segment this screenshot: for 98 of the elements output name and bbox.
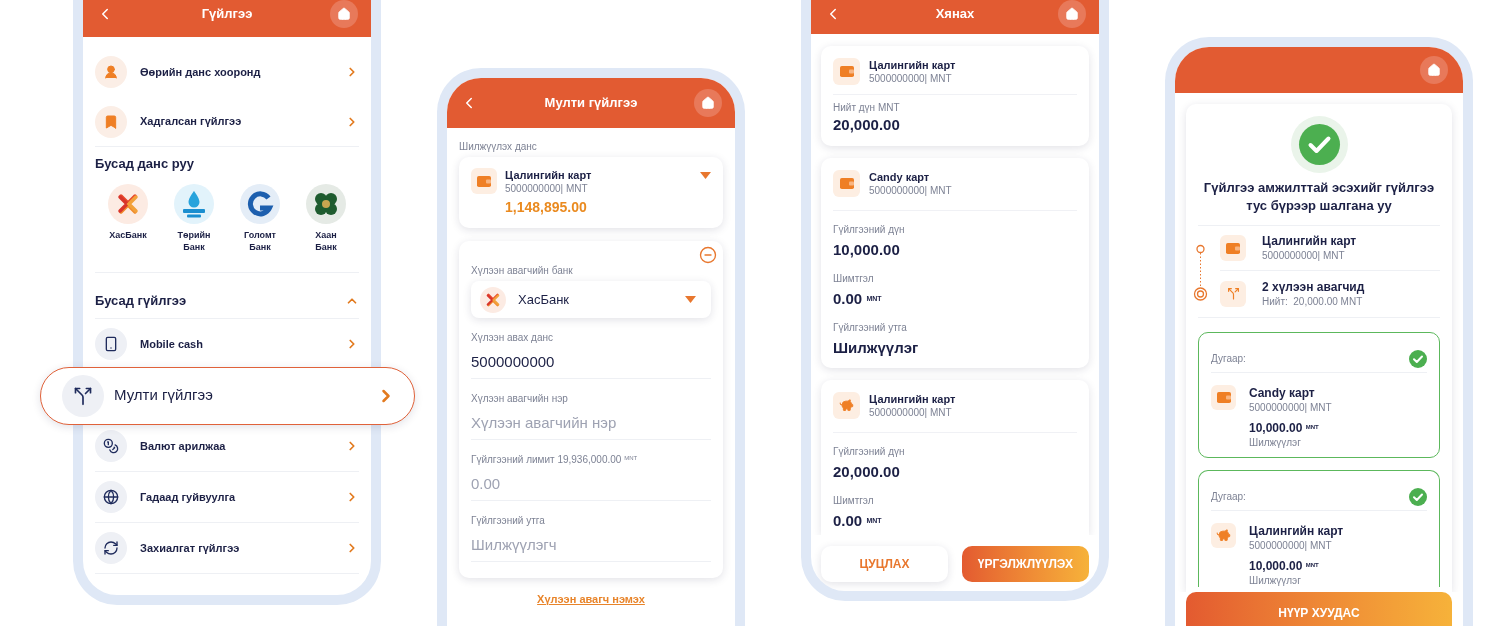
account-name: Цалингийн карт bbox=[1262, 234, 1357, 249]
input-field[interactable]: 5000000000 bbox=[471, 345, 711, 379]
globe-icon bbox=[95, 481, 127, 513]
home-icon bbox=[337, 7, 351, 21]
minus-circle-icon[interactable] bbox=[699, 246, 717, 264]
detail-label: Шимтгэл bbox=[833, 272, 875, 286]
number-label: Дугаар: bbox=[1211, 489, 1246, 504]
menu-item[interactable]: Өөрийн данс хооронд bbox=[95, 47, 359, 97]
screen-title: Хянах bbox=[934, 6, 976, 22]
ring-logo-icon bbox=[240, 184, 280, 224]
detail-label: Гүйлгээний утга bbox=[833, 321, 908, 335]
cross-logo-icon bbox=[108, 184, 148, 224]
menu-item[interactable]: Гадаад гуйвуулга bbox=[95, 472, 359, 523]
home-button[interactable] bbox=[694, 89, 722, 117]
account-number: 5000000000| MNT bbox=[869, 184, 952, 197]
account-number: 5000000000| MNT bbox=[1249, 539, 1333, 552]
account-name: Цалингийн карт bbox=[505, 168, 593, 182]
detail-label: Нийт дүн MNT bbox=[833, 101, 901, 115]
menu-item[interactable]: Валют арилжаа bbox=[95, 421, 359, 472]
start-point-icon bbox=[1196, 244, 1205, 254]
account-name: Candy карт bbox=[1249, 385, 1316, 401]
wallet-icon bbox=[1211, 385, 1236, 410]
bank-option[interactable]: Төрийн Банк bbox=[172, 184, 216, 253]
bank-option[interactable]: Голомт Банк bbox=[238, 184, 282, 253]
field-label: Хүлээн авагчийн банк bbox=[471, 264, 574, 278]
home-button[interactable] bbox=[330, 0, 358, 28]
account-name: Цалингийн карт bbox=[1249, 523, 1344, 539]
account-number: 5000000000| MNT bbox=[869, 406, 953, 419]
menu-item[interactable]: Хадгалсан гүйлгээ bbox=[95, 97, 359, 147]
person-icon bbox=[95, 56, 127, 88]
transfer-description: Шилжүүлэг bbox=[1249, 436, 1302, 449]
wallet-icon bbox=[833, 58, 860, 85]
clover-logo-icon bbox=[306, 184, 346, 224]
input-field[interactable]: Хүлээн авагчийн нэр bbox=[471, 406, 711, 440]
caret-down-icon bbox=[700, 172, 711, 179]
section-toggle[interactable]: Бусад гүйлгээ bbox=[95, 273, 359, 319]
account-balance: 1,148,895.00 bbox=[505, 198, 588, 216]
detail-value: 20,000.00 bbox=[833, 462, 901, 482]
field-label: Гүйлгээний лимит 19,936,000.00 $^{MNT}$ bbox=[471, 453, 639, 467]
detail-value: 20,000.00 bbox=[833, 115, 901, 135]
coins-icon bbox=[95, 430, 127, 462]
home-button[interactable] bbox=[1058, 0, 1086, 28]
account-select[interactable]: Цалингийн карт 5000000000| MNT 1,148,895.00 bbox=[459, 157, 723, 228]
home-icon bbox=[1427, 63, 1441, 77]
detail-label: Гүйлгээний дүн bbox=[833, 223, 906, 237]
bank-option[interactable]: ХасБанк bbox=[106, 184, 150, 253]
home-button[interactable] bbox=[1420, 56, 1448, 84]
field-label: Хүлээн авах данс bbox=[471, 331, 555, 345]
detail-value: 0.00 $^{MNT}$ bbox=[833, 289, 883, 309]
success-check-icon bbox=[1290, 116, 1348, 173]
account-name: Цалингийн карт bbox=[869, 392, 956, 406]
bank-option[interactable]: Хаан Банк bbox=[304, 184, 348, 253]
input-field[interactable]: Шилжүүлэгч bbox=[471, 528, 711, 562]
detail-value: 10,000.00 bbox=[833, 240, 901, 260]
detail-value: Шилжүүлэг bbox=[833, 338, 920, 358]
recipients-total: Нийт: 20,000.00 MNT bbox=[1262, 294, 1364, 308]
drop-logo-icon bbox=[174, 184, 214, 224]
wallet-icon bbox=[833, 170, 860, 197]
wallet-icon bbox=[1220, 235, 1246, 261]
transfer-description: Шилжүүлэг bbox=[1249, 574, 1302, 587]
section-title: Бусад данс руу bbox=[95, 156, 195, 172]
connector-line bbox=[1200, 252, 1201, 288]
account-number: 5000000000| MNT bbox=[505, 182, 589, 195]
bank-select[interactable]: ХасБанк bbox=[471, 281, 711, 318]
split-arrows-icon bbox=[1220, 280, 1246, 307]
detail-label: Гүйлгээний дүн bbox=[833, 445, 906, 459]
detail-label: Шимтгэл bbox=[833, 494, 875, 508]
detail-value: 0.00 $^{MNT}$ bbox=[833, 511, 883, 531]
home-icon bbox=[1065, 7, 1079, 21]
bookmark-icon bbox=[95, 105, 127, 138]
phone-icon bbox=[95, 328, 127, 360]
field-label: Хүлээн авагчийн нэр bbox=[471, 392, 569, 406]
screen-title: Мулти гүйлгээ bbox=[543, 95, 639, 111]
result-message: Гүйлгээ амжилттай эсэхийг гүйлгээ тус бүрээр шалгана уу bbox=[1202, 179, 1436, 215]
piggy-bank-icon bbox=[1211, 523, 1236, 548]
home-icon bbox=[701, 96, 715, 110]
menu-item[interactable]: Мулти гүйлгээ bbox=[40, 366, 415, 425]
field-label: Гүйлгээний утга bbox=[471, 514, 546, 528]
cross-logo-icon bbox=[480, 286, 506, 313]
refresh-icon bbox=[95, 532, 127, 564]
piggy-bank-icon bbox=[833, 392, 860, 419]
transfer-amount: 10,000.00 $^{MNT}$ bbox=[1249, 558, 1320, 574]
account-name: Цалингийн карт bbox=[869, 58, 956, 72]
account-number: 5000000000| MNT bbox=[869, 72, 953, 85]
end-point-icon bbox=[1193, 287, 1208, 301]
menu-item[interactable]: Захиалгат гүйлгээ bbox=[95, 523, 359, 574]
recipients-title: 2 хүлээн авагчид bbox=[1262, 279, 1365, 295]
input-field[interactable]: 0.00 bbox=[471, 467, 711, 501]
account-number: 5000000000| MNT bbox=[1249, 401, 1332, 414]
field-label: Шилжүүлэх данс bbox=[459, 140, 538, 154]
transfer-amount: 10,000.00 $^{MNT}$ bbox=[1249, 420, 1320, 436]
caret-down-icon bbox=[685, 296, 696, 303]
wallet-icon bbox=[471, 168, 497, 194]
screen-title: Гүйлгээ bbox=[200, 6, 254, 22]
number-label: Дугаар: bbox=[1211, 351, 1246, 366]
account-name: Candy карт bbox=[869, 170, 931, 184]
account-number: 5000000000| MNT bbox=[1262, 249, 1346, 262]
split-arrows-icon bbox=[62, 374, 104, 417]
